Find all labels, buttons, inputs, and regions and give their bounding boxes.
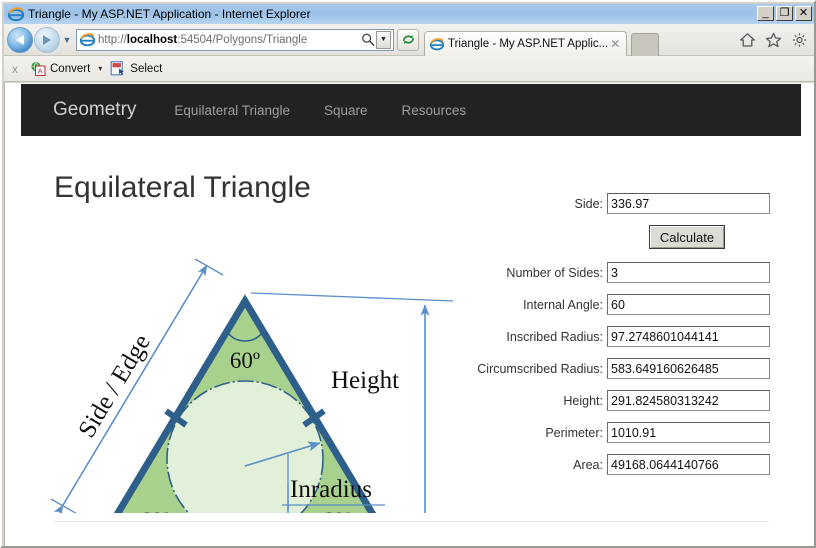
nav-link-square[interactable]: Square (324, 103, 368, 118)
input-area[interactable] (607, 454, 770, 475)
label-perimeter: Perimeter: (545, 425, 603, 440)
calculate-spacer (441, 225, 607, 249)
input-height[interactable] (607, 390, 770, 411)
inradius-label: Inradius (290, 476, 372, 503)
height-extension-top (250, 292, 454, 302)
input-internal-angle[interactable] (607, 294, 770, 315)
convert-dropdown-caret-icon[interactable]: ▾ (98, 64, 102, 73)
maximize-button[interactable]: ❐ (776, 6, 793, 21)
select-icon (110, 61, 125, 76)
adobe-command-bar: x A Convert ▾ Select (4, 56, 814, 82)
label-internal-angle: Internal Angle: (523, 297, 603, 312)
forward-button[interactable] (34, 26, 60, 53)
url-protocol: http:// (98, 33, 127, 46)
input-number-of-sides[interactable] (607, 262, 770, 283)
form-row-inscribed-radius: Inscribed Radius: (441, 326, 791, 347)
title-bar: Triangle - My ASP.NET Application - Inte… (4, 4, 814, 24)
angle-label-top: 60º (230, 348, 260, 373)
equilateral-triangle-diagram: 60º 60º 60º Side / Edge Height (50, 258, 454, 513)
close-icon: ✕ (798, 7, 809, 19)
label-height: Height: (563, 393, 603, 408)
calculation-form: Side: Calculate Number of Sides: Interna… (441, 193, 791, 486)
form-row-height: Height: (441, 390, 791, 411)
tab-close-icon[interactable]: ✕ (608, 37, 622, 51)
form-row-internal-angle: Internal Angle: (441, 294, 791, 315)
address-bar[interactable]: http://localhost:54504/Polygons/Triangle… (76, 28, 394, 51)
input-circumscribed-radius[interactable] (607, 358, 770, 379)
minimize-icon: _ (762, 7, 769, 19)
input-perimeter[interactable] (607, 422, 770, 443)
form-row-side: Side: (441, 193, 791, 214)
svg-text:A: A (38, 69, 43, 76)
form-row-area: Area: (441, 454, 791, 475)
home-icon[interactable] (739, 32, 756, 48)
form-row-perimeter: Perimeter: (441, 422, 791, 443)
window-controls: _ ❐ ✕ (757, 6, 812, 21)
height-label: Height (331, 367, 399, 394)
label-area: Area: (573, 457, 603, 472)
new-tab-button[interactable] (631, 33, 660, 56)
tab-triangle[interactable]: Triangle - My ASP.NET Applic... ✕ (424, 31, 628, 56)
forward-arrow-icon (43, 34, 51, 45)
search-icon[interactable] (360, 32, 376, 47)
star-icon[interactable] (765, 32, 782, 48)
convert-to-pdf-icon: A (31, 61, 46, 76)
web-page: Geometry Equilateral Triangle Square Res… (21, 83, 801, 546)
page-viewport: Geometry Equilateral Triangle Square Res… (4, 82, 814, 546)
browser-window: Triangle - My ASP.NET Application - Inte… (0, 0, 816, 548)
internet-explorer-icon (80, 33, 95, 47)
back-button[interactable] (7, 26, 33, 53)
address-bar-url: http://localhost:54504/Polygons/Triangle (98, 34, 360, 46)
convert-button[interactable]: A Convert (30, 61, 90, 76)
form-row-number-of-sides: Number of Sides: (441, 262, 791, 283)
convert-label: Convert (50, 62, 91, 75)
nav-link-equilateral-triangle[interactable]: Equilateral Triangle (174, 103, 290, 118)
calculate-row: Calculate (441, 225, 791, 249)
angle-label-left: 60º (140, 508, 170, 513)
side-extension-top (194, 258, 224, 276)
url-host: localhost (126, 33, 178, 46)
tab-strip: Triangle - My ASP.NET Applic... ✕ (419, 24, 739, 56)
input-side[interactable] (607, 193, 770, 214)
site-navigation-bar: Geometry Equilateral Triangle Square Res… (21, 84, 801, 136)
label-circumscribed-radius: Circumscribed Radius: (477, 361, 603, 376)
window-title: Triangle - My ASP.NET Application - Inte… (28, 7, 311, 21)
refresh-button[interactable] (397, 28, 419, 51)
back-arrow-icon (16, 34, 24, 45)
tab-label: Triangle - My ASP.NET Applic... (448, 38, 609, 50)
close-button[interactable]: ✕ (795, 6, 812, 21)
address-dropdown-button[interactable]: ▼ (376, 30, 391, 49)
chevron-down-icon: ▼ (380, 36, 387, 43)
refresh-icon (402, 35, 414, 44)
internet-explorer-icon (8, 7, 24, 22)
label-inscribed-radius: Inscribed Radius: (506, 329, 603, 344)
recent-pages-button[interactable]: ▼ (60, 35, 74, 45)
label-side: Side: (574, 196, 604, 211)
label-number-of-sides: Number of Sides: (506, 265, 603, 280)
input-inscribed-radius[interactable] (607, 326, 770, 347)
gear-icon[interactable] (791, 32, 808, 48)
angle-label-right: 60º (322, 508, 352, 513)
footer-divider (54, 521, 769, 522)
site-brand-geometry[interactable]: Geometry (53, 99, 136, 121)
side-edge-label: Side / Edge (73, 330, 156, 443)
url-path: :54504/Polygons/Triangle (177, 33, 308, 46)
minimize-button[interactable]: _ (757, 6, 774, 21)
select-label: Select (130, 62, 163, 75)
internet-explorer-icon (430, 38, 444, 51)
form-row-circumscribed-radius: Circumscribed Radius: (441, 358, 791, 379)
nav-link-resources[interactable]: Resources (402, 103, 467, 118)
command-bar-close-button[interactable]: x (12, 62, 18, 76)
select-button[interactable]: Select (110, 61, 162, 76)
maximize-icon: ❐ (779, 7, 790, 19)
browser-toolbar: ▼ http://localhost:54504/Polygons/Triang… (4, 24, 814, 56)
toolbar-icons (739, 32, 814, 48)
calculate-button[interactable]: Calculate (649, 225, 725, 249)
